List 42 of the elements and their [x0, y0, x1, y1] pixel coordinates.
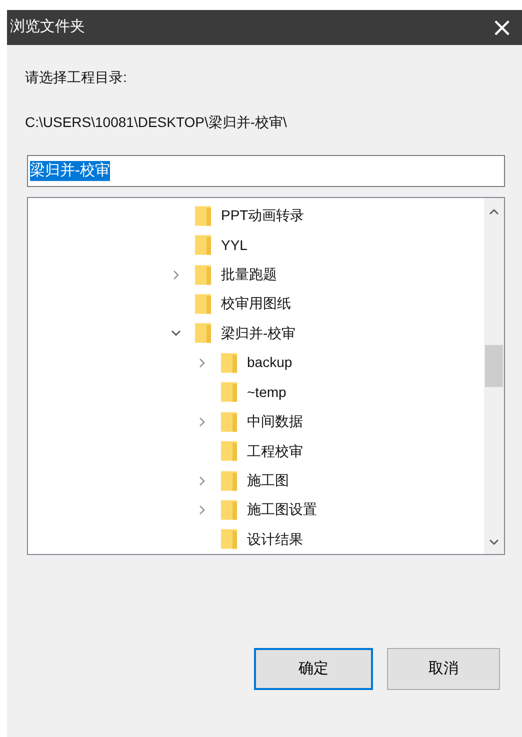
folder-name[interactable]: 设计结果 [245, 528, 305, 550]
folder-icon [195, 294, 211, 314]
chevron-right-icon[interactable] [197, 476, 207, 486]
folder-icon [221, 500, 237, 520]
folder-icon [221, 529, 237, 550]
folder-icon [195, 264, 211, 285]
folder-name[interactable]: 施工图 [245, 470, 291, 491]
dialog-button[interactable]: 取消 [387, 648, 500, 690]
chevron-right-icon[interactable] [197, 358, 207, 368]
folder-icon [195, 323, 211, 344]
chevron-down-icon[interactable] [171, 328, 181, 338]
folder-name[interactable]: 批量跑题 [219, 264, 279, 286]
close-button[interactable]: × [482, 10, 522, 45]
folder-name[interactable]: 校审用图纸 [219, 293, 293, 314]
path-text: C:\USERS\10081\DESKTOP\梁归并-校审\ [25, 113, 288, 132]
folder-icon [195, 206, 211, 226]
folder-name[interactable]: 工程校审 [245, 440, 305, 462]
field-value: 梁归并-校审 [30, 161, 110, 181]
scroll-up-icon[interactable] [489, 208, 499, 215]
chevron-right-icon[interactable] [171, 270, 181, 280]
window-title: 浏览文件夹 [9, 17, 85, 38]
folder-icon [221, 441, 237, 462]
folder-name[interactable]: backup [245, 352, 294, 374]
folder-name[interactable]: 中间数据 [245, 411, 305, 432]
chevron-right-icon[interactable] [197, 504, 207, 515]
folder-name[interactable]: YYL [219, 234, 250, 256]
folder-name[interactable]: PPT动画转录 [219, 205, 306, 226]
folder-name[interactable]: 施工图设置 [245, 499, 319, 520]
folder-icon [221, 382, 237, 402]
dialog-button[interactable]: 确定 [254, 648, 373, 690]
folder-name[interactable]: 梁归并-校审 [219, 322, 298, 344]
scroll-down-icon[interactable] [489, 539, 499, 546]
scroll-thumb[interactable] [485, 345, 503, 387]
folder-icon [221, 352, 237, 373]
folder-icon [195, 235, 211, 256]
prompt-text: 请选择工程目录: [25, 68, 128, 87]
folder-name-field[interactable]: 梁归并-校审 [27, 155, 505, 187]
folder-icon [221, 412, 237, 432]
scrollbar[interactable] [484, 198, 504, 554]
chevron-right-icon[interactable] [197, 416, 207, 427]
folder-name[interactable]: ~temp [245, 382, 288, 403]
folder-icon [221, 470, 237, 490]
